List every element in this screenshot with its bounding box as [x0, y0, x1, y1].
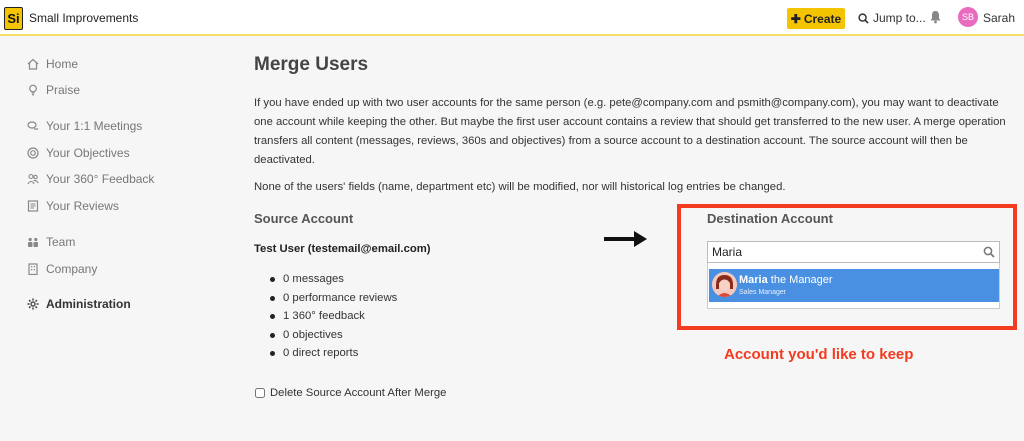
result-name: Maria the Manager — [739, 274, 833, 286]
sidebar-item-label: Your Objectives — [46, 146, 130, 160]
result-role: Sales Manager — [739, 289, 787, 296]
source-user: Test User (testemail@email.com) — [254, 243, 431, 255]
search-icon — [983, 246, 995, 258]
note-paragraph: None of the users' fields (name, departm… — [254, 181, 786, 193]
top-bar: Si Small Improvements ✚ Create Jump to..… — [0, 0, 1024, 36]
jump-to-button[interactable]: Jump to... — [858, 11, 926, 25]
sidebar-item-label: Your Reviews — [46, 199, 119, 213]
sidebar-item-label: Company — [46, 262, 98, 276]
sidebar-item-label: Praise — [46, 83, 81, 97]
sidebar-item-home[interactable]: Home — [27, 57, 78, 71]
page-title: Merge Users — [254, 54, 369, 75]
chat-icon — [27, 121, 39, 130]
search-result-item[interactable]: Maria the Manager Sales Manager — [709, 269, 999, 302]
building-icon — [28, 263, 38, 275]
list-item: 0 messages — [270, 270, 397, 289]
sidebar-item-reviews[interactable]: Your Reviews — [27, 199, 119, 213]
list-item: 1 360° feedback — [270, 307, 397, 326]
app-logo[interactable]: Si — [4, 7, 23, 30]
destination-account-heading: Destination Account — [707, 211, 833, 226]
app-title[interactable]: Small Improvements — [29, 11, 138, 25]
source-account-heading: Source Account — [254, 211, 354, 226]
document-icon — [27, 200, 39, 212]
source-stats-list: 0 messages 0 performance reviews 1 360° … — [270, 270, 397, 363]
people-icon — [27, 173, 39, 185]
delete-source-option[interactable]: Delete Source Account After Merge — [255, 387, 446, 399]
sidebar-item-team[interactable]: Team — [27, 235, 75, 249]
search-results-dropdown: Maria the Manager Sales Manager — [707, 263, 1000, 309]
delete-source-label: Delete Source Account After Merge — [270, 387, 447, 399]
bell-icon[interactable] — [929, 10, 942, 24]
list-item: 0 performance reviews — [270, 289, 397, 308]
destination-search — [707, 241, 1000, 263]
jump-to-label: Jump to... — [873, 11, 926, 25]
result-avatar — [712, 272, 737, 297]
list-item: 0 direct reports — [270, 344, 397, 363]
create-button[interactable]: ✚ Create — [787, 8, 845, 29]
sidebar-item-company[interactable]: Company — [27, 262, 97, 276]
destination-search-input[interactable] — [708, 242, 978, 262]
sidebar-item-objectives[interactable]: Your Objectives — [27, 146, 130, 160]
target-icon — [27, 147, 39, 159]
home-icon — [27, 58, 39, 70]
sidebar-item-administration[interactable]: Administration — [27, 297, 131, 311]
annotation-label: Account you'd like to keep — [724, 346, 914, 363]
gear-icon — [27, 298, 39, 310]
user-avatar[interactable]: SB — [958, 7, 978, 27]
sidebar-item-meetings[interactable]: Your 1:1 Meetings — [27, 119, 142, 133]
delete-source-checkbox[interactable] — [255, 388, 265, 398]
plus-icon: ✚ — [790, 11, 801, 26]
sidebar-item-label: Administration — [46, 297, 131, 311]
user-name[interactable]: Sarah — [983, 11, 1015, 25]
intro-paragraph: If you have ended up with two user accou… — [254, 97, 1006, 166]
sidebar-item-label: Your 360° Feedback — [46, 172, 155, 186]
sidebar-item-label: Your 1:1 Meetings — [46, 119, 143, 133]
sidebar-item-360-feedback[interactable]: Your 360° Feedback — [27, 172, 154, 186]
list-item: 0 objectives — [270, 326, 397, 345]
arrow-right-icon — [604, 231, 647, 247]
sidebar-item-praise[interactable]: Praise — [27, 83, 80, 97]
team-icon — [28, 237, 38, 247]
sidebar-item-label: Team — [46, 235, 76, 249]
create-label: Create — [803, 11, 842, 26]
sidebar-item-label: Home — [46, 57, 79, 71]
lightbulb-icon — [29, 84, 37, 96]
search-icon — [858, 12, 869, 24]
